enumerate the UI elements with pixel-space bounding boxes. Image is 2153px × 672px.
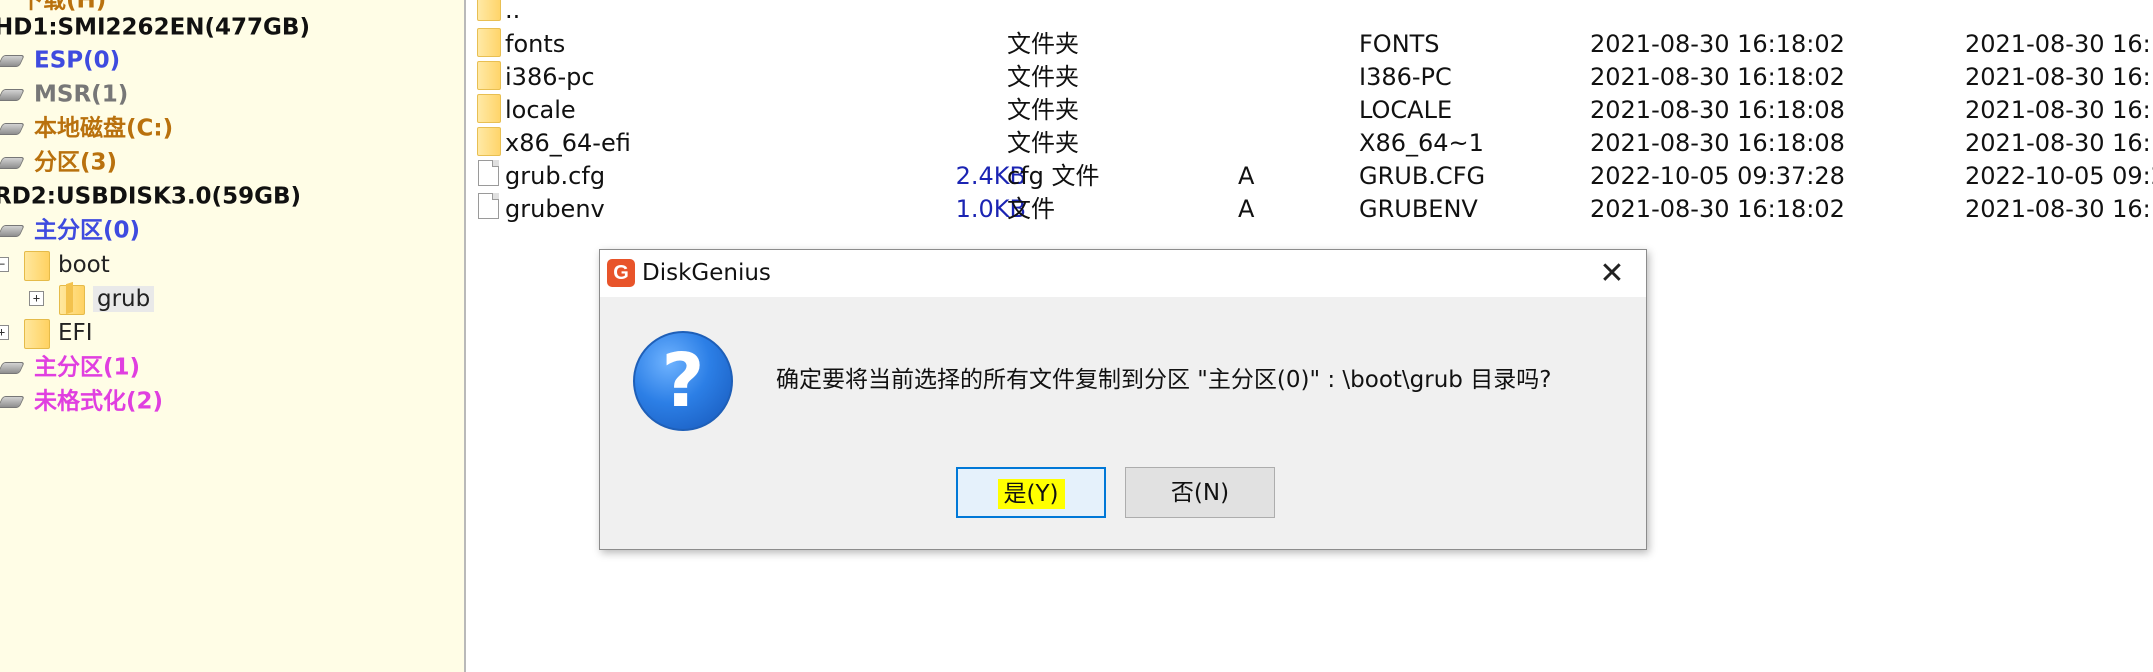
partition-label: 主分区(1) [34, 354, 141, 381]
file-row[interactable]: grub.cfg 2.4KB cfg 文件 A GRUB.CFG 2022-10… [466, 160, 2153, 193]
file-name: x86_64-efi [505, 129, 631, 157]
file-short-name: FONTS [1359, 30, 1440, 58]
folder-icon [477, 127, 501, 156]
file-row[interactable]: x86_64-efi 文件夹 X86_64~1 2021-08-30 16:18… [466, 127, 2153, 160]
file-type: 文件夹 [1007, 96, 1079, 124]
folder-icon [477, 94, 501, 123]
file-modified: 2021-08-30 16:18:08 [1590, 96, 1845, 124]
partition-label: ESP(0) [34, 47, 121, 74]
close-icon[interactable]: ✕ [1578, 250, 1646, 297]
grub-expand-toggle[interactable]: + [29, 291, 44, 306]
file-row[interactable]: i386-pc 文件夹 I386-PC 2021-08-30 16:18:02 … [466, 61, 2153, 94]
file-icon [478, 193, 499, 219]
tree-folder-boot[interactable]: boot [24, 248, 110, 282]
no-button-label: 否(N) [1170, 480, 1230, 506]
tree-item-esp-partition[interactable]: ESP(0) [0, 43, 120, 77]
file-created: 2021-08-30 16:1 [1965, 129, 2153, 157]
tree-item-primary-partition-1[interactable]: 主分区(1) [0, 350, 140, 384]
file-name: .. [505, 0, 521, 24]
file-modified: 2021-08-30 16:18:02 [1590, 63, 1845, 91]
folder-label-selected: grub [93, 286, 155, 312]
file-name: fonts [505, 30, 566, 58]
file-short-name: LOCALE [1359, 96, 1453, 124]
partition-icon [0, 54, 25, 67]
file-created: 2021-08-30 16:1 [1965, 96, 2153, 124]
tree-item-partition-3[interactable]: 分区(3) [0, 145, 117, 179]
folder-label: EFI [58, 320, 93, 346]
folder-label: boot [58, 252, 110, 278]
file-type: 文件夹 [1007, 30, 1079, 58]
partition-tree-panel: 下载(H) HD1:SMI2262EN(477GB) ESP(0) MSR(1)… [0, 0, 466, 672]
file-short-name: X86_64~1 [1359, 129, 1484, 157]
file-type: 文件夹 [1007, 63, 1079, 91]
partition-icon [0, 88, 25, 101]
tree-item-primary-partition-0[interactable]: 主分区(0) [0, 213, 140, 247]
disk2-label: RD2:USBDISK3.0(59GB) [0, 183, 301, 210]
dialog-title: DiskGenius [642, 260, 771, 286]
diskgenius-app-icon: G [607, 259, 635, 287]
question-icon: ? [633, 331, 733, 431]
file-created: 2021-08-30 16:1 [1965, 63, 2153, 91]
yes-button-label: 是(Y) [997, 479, 1065, 509]
file-row[interactable]: fonts 文件夹 FONTS 2021-08-30 16:18:02 2021… [466, 28, 2153, 61]
file-type: cfg 文件 [1007, 162, 1100, 190]
partition-icon [0, 122, 25, 135]
file-created: 2021-08-30 16:1 [1965, 195, 2153, 223]
disk1-label: HD1:SMI2262EN(477GB) [0, 14, 310, 41]
folder-icon [477, 61, 501, 90]
file-row[interactable]: locale 文件夹 LOCALE 2021-08-30 16:18:08 20… [466, 94, 2153, 127]
file-name: locale [505, 96, 576, 124]
file-name: grubenv [505, 195, 605, 223]
partition-icon [0, 156, 25, 169]
tree-item-msr-partition[interactable]: MSR(1) [0, 77, 128, 111]
file-name: grub.cfg [505, 162, 606, 190]
efi-expand-toggle[interactable]: + [0, 325, 9, 340]
folder-icon [477, 28, 501, 57]
file-modified: 2021-08-30 16:18:02 [1590, 30, 1845, 58]
tree-item-disk2[interactable]: RD2:USBDISK3.0(59GB) [0, 179, 301, 213]
file-modified: 2022-10-05 09:37:28 [1590, 162, 1845, 190]
partition-label: 未格式化(2) [34, 388, 164, 415]
partition-label: MSR(1) [34, 81, 129, 108]
partition-icon [0, 361, 25, 374]
file-short-name: I386-PC [1359, 63, 1452, 91]
no-button[interactable]: 否(N) [1125, 467, 1275, 518]
partition-icon [0, 395, 25, 408]
file-created: 2022-10-05 09:2 [1965, 162, 2153, 190]
tree-item-local-disk-c[interactable]: 本地磁盘(C:) [0, 111, 173, 145]
folder-icon [477, 0, 501, 21]
boot-collapse-toggle[interactable]: − [0, 257, 9, 272]
partition-label: 主分区(0) [34, 217, 141, 244]
folder-icon [24, 318, 50, 349]
file-type: 文件夹 [1007, 129, 1079, 157]
tree-folder-grub[interactable]: grub [59, 282, 155, 316]
tree-item-disk1[interactable]: HD1:SMI2262EN(477GB) [0, 10, 310, 44]
partition-label: 本地磁盘(C:) [34, 115, 174, 142]
file-created: 2021-08-30 16:1 [1965, 30, 2153, 58]
file-type: 文件 [1007, 195, 1055, 223]
file-modified: 2021-08-30 16:18:08 [1590, 129, 1845, 157]
partition-icon [0, 224, 25, 237]
file-attribute: A [1238, 162, 1255, 190]
folder-icon [24, 250, 50, 281]
tree-item-unformatted-2[interactable]: 未格式化(2) [0, 384, 163, 418]
file-modified: 2021-08-30 16:18:02 [1590, 195, 1845, 223]
file-short-name: GRUBENV [1359, 195, 1478, 223]
partition-label: 分区(3) [34, 149, 118, 176]
dialog-message: 确定要将当前选择的所有文件复制到分区 "主分区(0)" : \boot\grub… [776, 367, 1552, 393]
file-name: i386-pc [505, 63, 595, 91]
file-attribute: A [1238, 195, 1255, 223]
file-row[interactable]: grubenv 1.0KB 文件 A GRUBENV 2021-08-30 16… [466, 193, 2153, 226]
tree-folder-efi[interactable]: EFI [24, 316, 93, 350]
copy-confirm-dialog: G DiskGenius ✕ ? 确定要将当前选择的所有文件复制到分区 "主分区… [599, 249, 1647, 550]
open-folder-icon [59, 284, 85, 315]
yes-button[interactable]: 是(Y) [956, 467, 1106, 518]
file-short-name: GRUB.CFG [1359, 162, 1486, 190]
file-icon [478, 160, 499, 186]
dialog-titlebar[interactable]: G DiskGenius ✕ [600, 250, 1646, 297]
